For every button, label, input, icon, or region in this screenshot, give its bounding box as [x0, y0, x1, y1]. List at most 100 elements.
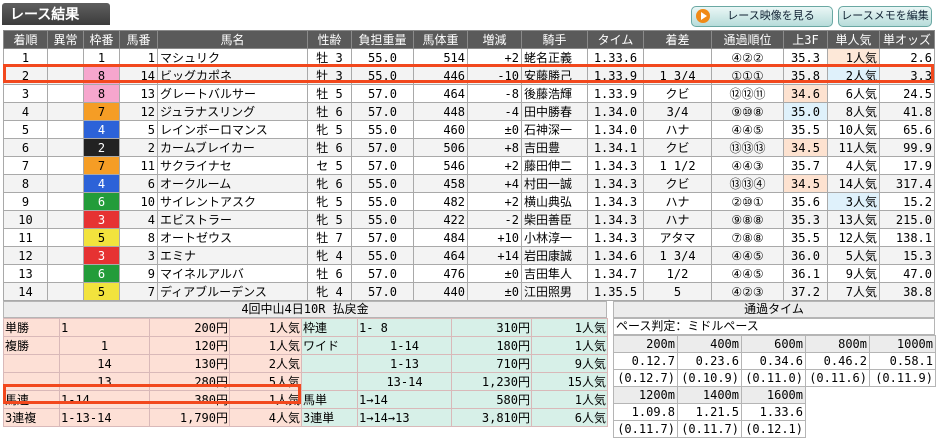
weight-change: +4 [467, 174, 522, 193]
column-header[interactable]: 騎手 [521, 30, 588, 49]
table-row[interactable]: 12 3 3 エミナ牝 4 55.0 464 +14 岩田康誠 1.34.6 1 3/4 ④④⑤ 36… [3, 246, 935, 265]
payout-amount: 200円 [149, 318, 230, 337]
table-row[interactable]: 7 7 11 サクライナセセ 5 57.0 546 +2 藤田伸二 1.34.3 1 1/2 ④④③… [3, 156, 935, 175]
finish-time: 1.34.3 [587, 210, 644, 229]
table-row[interactable]: 10 3 4 エビストラー牝 5 55.0 422 -2 柴田善臣 1.34.3 ハナ ⑨⑧⑧ 35.… [3, 210, 935, 229]
popularity: 1人気 [827, 48, 880, 67]
finish-time: 1.34.3 [587, 228, 644, 247]
lap-time: 0.34.6 [741, 352, 806, 370]
finish-time: 1.34.3 [587, 192, 644, 211]
column-header[interactable]: 着差 [643, 30, 712, 49]
bet-type: 3連複 [3, 408, 60, 427]
bet-type [301, 372, 358, 391]
popularity: 13人気 [827, 210, 880, 229]
payout-amount: 1,230円 [451, 372, 532, 391]
table-row[interactable]: 5 4 5 レインボーロマンス牝 5 55.0 460 ±0 石神深一 1.34.0 ハナ ④④⑤ 3… [3, 120, 935, 139]
column-header[interactable]: 馬番 [119, 30, 158, 49]
lap-time: 1.21.5 [677, 403, 742, 421]
bet-type: ワイド [301, 336, 358, 355]
results-table: 着順 異常 枠番 馬番 馬名 性齢 負担重量 馬体重 増減 騎手 タイム 着差 通過順位 上3F 単人気 単オ… [3, 30, 935, 301]
abnormal [47, 192, 84, 211]
column-header[interactable]: 着順 [3, 30, 48, 49]
carried-weight: 55.0 [351, 48, 414, 67]
body-weight: 482 [413, 192, 468, 211]
payout-amount: 580円 [451, 390, 532, 409]
finish-time: 1.34.7 [587, 264, 644, 283]
passing-order: ②⑩① [711, 192, 784, 211]
last-3f: 34.5 [783, 174, 828, 193]
carried-weight: 57.0 [351, 282, 414, 301]
finish-position: 13 [3, 264, 48, 283]
watch-video-button[interactable]: レース映像を見る [691, 6, 833, 27]
weight-change: ±0 [467, 282, 522, 301]
horse-number: 7 [119, 282, 158, 301]
passing-order: ④④⑤ [711, 246, 784, 265]
payout-popularity: 9人気 [531, 354, 608, 373]
combination: 1→14 [357, 390, 452, 409]
win-odds: 2.6 [879, 48, 935, 67]
sex-age: 牡 5 [307, 84, 352, 103]
table-row[interactable]: 6 2 2 カームブレイカー牡 6 57.0 506 +8 吉田豊 1.34.1 クビ ⑬⑬⑬ 34.… [3, 138, 935, 157]
table-row[interactable]: 14 5 7 ディアブルーデンス牝 4 57.0 440 ±0 江田照男 1.35.5 5 ④②③ 3… [3, 282, 935, 301]
lap-row: 0.12.7 0.23.6 0.34.6 0.46.2 0.58.1 [613, 352, 936, 370]
popularity: 11人気 [827, 138, 880, 157]
payout-popularity: 1人気 [229, 318, 302, 337]
lap-row: 200m 400m 600m 800m 1000m [613, 335, 936, 353]
passing-order: ④④③ [711, 156, 784, 175]
column-header[interactable]: 異常 [47, 30, 84, 49]
win-odds: 317.4 [879, 174, 935, 193]
column-header[interactable]: 増減 [467, 30, 522, 49]
lap-row: 1.09.8 1.21.5 1.33.6 [613, 403, 936, 421]
lap-split: (0.10.9) [677, 369, 742, 387]
combination: 13 [59, 372, 150, 391]
table-row[interactable]: 13 6 9 マイネルアルバ牡 6 57.0 476 ±0 吉田隼人 1.34.7 1/2 ④④⑤ 3… [3, 264, 935, 283]
weight-change: -8 [467, 84, 522, 103]
frame-number: 6 [83, 264, 120, 283]
lap-split: (0.11.6) [805, 369, 870, 387]
horse-number: 11 [119, 156, 158, 175]
table-row[interactable]: 4 7 12 ジュラナスリング牡 6 57.0 448 -4 田中勝春 1.34.0 3/4 ⑨⑩⑧… [3, 102, 935, 121]
last-3f: 36.0 [783, 246, 828, 265]
table-row[interactable]: 8 4 6 オークルーム牝 6 55.0 458 +4 村田一誠 1.34.3 クビ ⑬⑬④ 34.5… [3, 174, 935, 193]
column-header[interactable]: 上3F [783, 30, 828, 49]
lap-time: 0.46.2 [805, 352, 870, 370]
column-header[interactable]: 馬体重 [413, 30, 468, 49]
jockey-name: 江田照男 [521, 282, 588, 301]
horse-number: 14 [119, 66, 158, 85]
popularity: 5人気 [827, 246, 880, 265]
payout-amount: 1,790円 [149, 408, 230, 427]
horse-name: エミナ [157, 246, 308, 265]
sex-age: 牝 5 [307, 192, 352, 211]
sex-age: 牡 6 [307, 102, 352, 121]
sex-age: 牡 6 [307, 138, 352, 157]
lap-distance: 200m [613, 335, 678, 353]
column-header[interactable]: 単人気 [827, 30, 880, 49]
horse-number: 12 [119, 102, 158, 121]
last-3f: 35.6 [783, 192, 828, 211]
column-header[interactable]: 通過順位 [711, 30, 784, 49]
empty-cell [870, 387, 936, 404]
last-3f: 35.8 [783, 66, 828, 85]
column-header[interactable]: 馬名 [157, 30, 308, 49]
combination: 1-13-14 [59, 408, 150, 427]
edit-memo-button[interactable]: レースメモを編集 [838, 6, 932, 27]
passing-order: ⑬⑬④ [711, 174, 784, 193]
lap-time: 1.33.6 [741, 403, 806, 421]
payout-title: 4回中山4日10R 払戻金 [3, 301, 607, 318]
column-header[interactable]: 枠番 [83, 30, 120, 49]
lap-time: 0.23.6 [677, 352, 742, 370]
horse-number: 10 [119, 192, 158, 211]
table-row[interactable]: 9 6 10 サイレントアスク牝 5 55.0 482 +2 横山典弘 1.34.3 ハナ ②⑩① 3… [3, 192, 935, 211]
sex-age: 牝 5 [307, 120, 352, 139]
column-header[interactable]: 単オッズ [879, 30, 935, 49]
table-row[interactable]: 2 8 14 ビッグカポネ牡 3 55.0 446 -10 安藤勝己 1.33.9 1 3/4 ①①… [3, 66, 935, 85]
column-header[interactable]: 性齢 [307, 30, 352, 49]
empty-cell [806, 387, 870, 404]
table-row[interactable]: 1 1 1 マシュリク牡 3 55.0 514 +2 蛯名正義 1.33.6 ④②② 35.3 1人気… [3, 48, 935, 67]
last-3f: 35.3 [783, 210, 828, 229]
table-row[interactable]: 11 5 8 オートゼウス牡 7 57.0 484 +10 小林淳一 1.34.3 アタマ ⑦⑧⑧ 3… [3, 228, 935, 247]
column-header[interactable]: 負担重量 [351, 30, 414, 49]
empty-cell [870, 404, 936, 421]
table-row[interactable]: 3 8 13 グレートバルサー牡 5 57.0 464 -8 後藤浩輝 1.33.9 クビ ⑫⑫⑪ 3… [3, 84, 935, 103]
column-header[interactable]: タイム [587, 30, 644, 49]
